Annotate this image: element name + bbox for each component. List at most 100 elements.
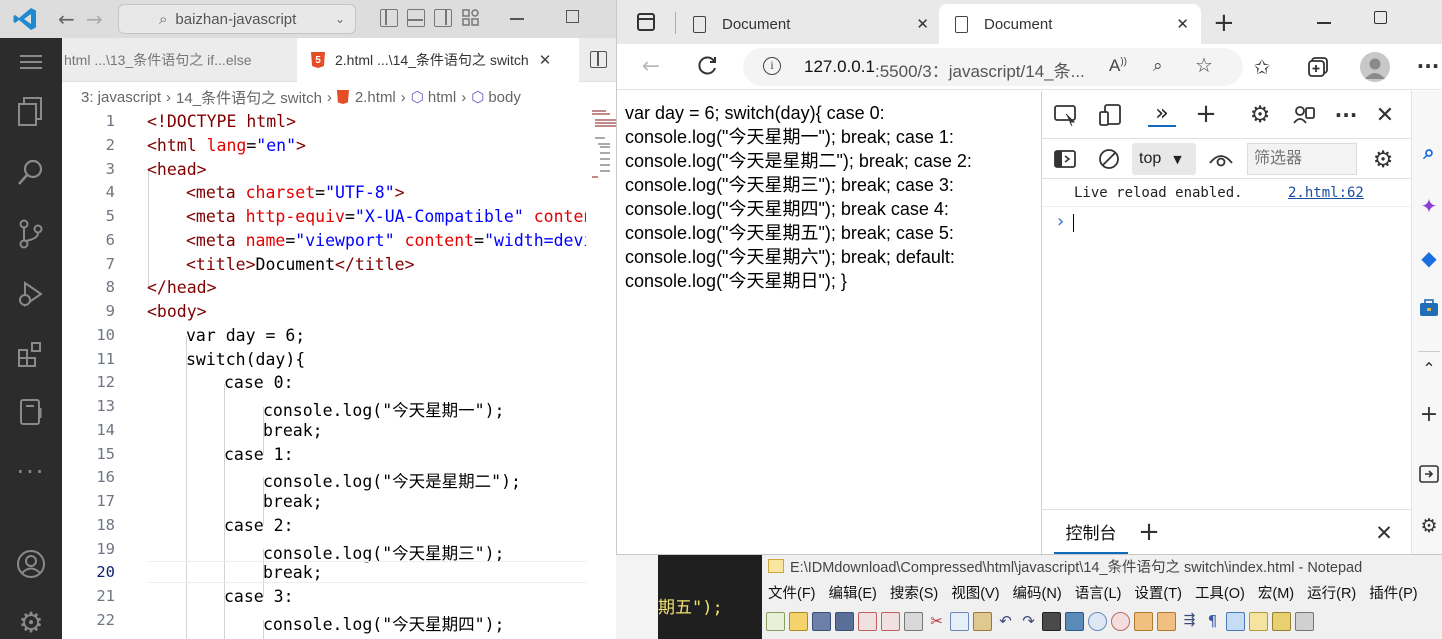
close-icon[interactable]: ✕ xyxy=(1176,15,1189,33)
tab-2-html[interactable]: 5 2.html ...\14_条件语句之 switch ✕ xyxy=(297,38,579,82)
live-expression-eye-icon[interactable] xyxy=(1208,148,1234,170)
chevron-up-icon[interactable]: ⌃ xyxy=(1418,357,1440,379)
log-source-link[interactable]: 2.html:62 xyxy=(1288,185,1364,201)
search-icon[interactable]: ⌕ xyxy=(1418,140,1440,164)
back-arrow-icon[interactable]: ← xyxy=(58,8,80,30)
indent-guide-icon[interactable] xyxy=(1226,611,1245,631)
tab-actions-icon[interactable] xyxy=(637,13,655,31)
save-icon[interactable] xyxy=(812,611,831,631)
menu-item[interactable]: 插件(P) xyxy=(1369,582,1417,603)
copilot-sparkle-icon[interactable]: ✦ xyxy=(1418,194,1440,218)
device-emulation-icon[interactable] xyxy=(1098,103,1122,127)
run-debug-icon[interactable] xyxy=(0,270,62,318)
breadcrumb-item[interactable]: 2.html xyxy=(355,89,396,106)
zoom-out-icon[interactable] xyxy=(1111,611,1130,631)
sidebar-settings-gear-icon[interactable]: ⚙ xyxy=(1418,515,1440,537)
inspect-element-icon[interactable] xyxy=(1054,103,1078,127)
menu-item[interactable]: 设置(T) xyxy=(1134,582,1182,603)
more-options-icon[interactable]: ··· xyxy=(1417,54,1440,78)
settings-gear-icon[interactable]: ⚙ xyxy=(1247,102,1273,128)
toggle-sidebar-icon[interactable] xyxy=(380,9,398,27)
add-tab-icon[interactable]: + xyxy=(1193,99,1219,129)
close-drawer-icon[interactable]: ✕ xyxy=(1371,520,1397,546)
sync-vertical-icon[interactable] xyxy=(1134,611,1153,631)
menu-item[interactable]: 工具(O) xyxy=(1195,582,1245,603)
clear-console-icon[interactable] xyxy=(1098,148,1120,170)
minimap[interactable] xyxy=(586,82,617,639)
menu-item[interactable]: 编码(N) xyxy=(1013,582,1062,603)
open-in-window-icon[interactable] xyxy=(1418,463,1440,485)
replace-icon[interactable] xyxy=(1065,611,1084,631)
show-all-chars-icon[interactable]: ¶ xyxy=(1203,612,1222,631)
profile-avatar[interactable] xyxy=(1360,52,1390,82)
more-options-icon[interactable]: ··· xyxy=(1333,102,1359,128)
save-all-icon[interactable] xyxy=(835,611,854,631)
drawer-tab-console[interactable]: 控制台 xyxy=(1054,510,1128,554)
close-all-icon[interactable] xyxy=(881,611,900,631)
doc-map-icon[interactable] xyxy=(1272,611,1291,631)
forward-arrow-icon[interactable]: → xyxy=(86,8,108,30)
filter-input[interactable] xyxy=(1248,144,1356,174)
console-filter-input[interactable] xyxy=(1247,143,1357,175)
minimize-icon[interactable] xyxy=(510,18,524,20)
maximize-icon[interactable] xyxy=(1374,11,1387,24)
search-icon[interactable] xyxy=(0,148,62,196)
menu-item[interactable]: 视图(V) xyxy=(951,582,999,603)
cut-icon[interactable]: ✂ xyxy=(927,612,946,631)
console-output[interactable]: Live reload enabled. 2.html:62 › xyxy=(1042,179,1412,509)
menu-item[interactable]: 搜索(S) xyxy=(890,582,938,603)
toggle-secondary-sidebar-icon[interactable] xyxy=(434,9,452,27)
console-settings-gear-icon[interactable]: ⚙ xyxy=(1370,147,1396,173)
undo-icon[interactable]: ↶ xyxy=(996,612,1015,631)
tools-icon[interactable] xyxy=(1418,297,1440,319)
source-control-icon[interactable] xyxy=(0,210,62,258)
close-file-icon[interactable] xyxy=(858,611,877,631)
menu-item[interactable]: 运行(R) xyxy=(1307,582,1356,603)
open-file-icon[interactable] xyxy=(789,611,808,631)
browser-tab-1[interactable]: Document ✕ xyxy=(685,4,937,44)
extensions-icon[interactable] xyxy=(0,330,62,378)
menu-item[interactable]: 语言(L) xyxy=(1075,582,1122,603)
read-aloud-icon[interactable]: A)) xyxy=(1109,56,1127,76)
new-file-icon[interactable] xyxy=(766,611,785,631)
close-icon[interactable]: ✕ xyxy=(539,51,552,69)
collections-icon[interactable] xyxy=(1305,54,1331,80)
back-arrow-icon[interactable]: ← xyxy=(639,54,663,79)
address-bar[interactable]: i 127.0.0.1 :5500/3：javascript/14_条... A… xyxy=(743,48,1243,86)
sync-horizontal-icon[interactable] xyxy=(1157,611,1176,631)
add-sidebar-icon[interactable]: + xyxy=(1418,402,1440,427)
notebook-icon[interactable] xyxy=(0,388,62,436)
context-selector[interactable]: top ▼ xyxy=(1132,143,1196,175)
settings-gear-icon[interactable]: ⚙ xyxy=(0,598,62,639)
new-tab-icon[interactable]: + xyxy=(1213,8,1235,38)
find-icon[interactable] xyxy=(1042,611,1061,631)
word-wrap-icon[interactable]: ⇶ xyxy=(1180,612,1199,631)
account-icon[interactable] xyxy=(0,540,62,588)
breadcrumb-item[interactable]: 14_条件语句之 switch xyxy=(176,87,322,108)
minimize-icon[interactable] xyxy=(1317,22,1331,24)
zoom-in-icon[interactable] xyxy=(1088,611,1107,631)
add-favorite-icon[interactable]: ☆ xyxy=(1195,53,1213,77)
split-editor-icon[interactable] xyxy=(590,51,607,68)
toggle-panel-icon[interactable] xyxy=(407,9,425,27)
menu-item[interactable]: 文件(F) xyxy=(768,582,816,603)
more-icon[interactable]: ··· xyxy=(0,448,62,496)
close-devtools-icon[interactable]: ✕ xyxy=(1372,102,1398,128)
shopping-tag-icon[interactable]: ◆ xyxy=(1418,246,1440,270)
refresh-icon[interactable] xyxy=(695,54,719,78)
breadcrumb-item[interactable]: 3: javascript xyxy=(81,89,161,106)
menu-icon[interactable] xyxy=(0,38,62,86)
customize-layout-icon[interactable] xyxy=(462,9,480,27)
print-icon[interactable] xyxy=(904,611,923,631)
code-editor[interactable]: 1 2 3 4 5 6 7 8 9 10 11 12 13 14 15 16 1… xyxy=(62,112,658,639)
user-language-icon[interactable] xyxy=(1249,611,1268,631)
add-drawer-tab-icon[interactable]: + xyxy=(1136,517,1162,547)
tab-if-else[interactable]: html ...\13_条件语句之 if...else xyxy=(62,38,297,82)
close-icon[interactable]: ✕ xyxy=(916,15,929,33)
function-list-icon[interactable] xyxy=(1295,611,1314,631)
toggle-sidebar-icon[interactable] xyxy=(1054,148,1076,170)
menu-item[interactable]: 宏(M) xyxy=(1258,582,1294,603)
console-prompt[interactable]: › xyxy=(1042,209,1412,237)
explorer-icon[interactable] xyxy=(0,88,62,136)
more-tabs-icon[interactable]: » xyxy=(1148,101,1176,127)
